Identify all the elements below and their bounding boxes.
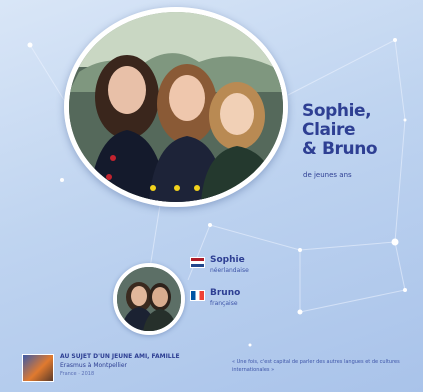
names-subtitle: de jeunes ans	[303, 171, 352, 179]
pair-photo	[113, 263, 185, 335]
person-name: Sophie	[210, 255, 245, 265]
group-photo-image	[69, 12, 283, 202]
footer-meta: France · 2018	[60, 371, 95, 377]
names-line-3: & Bruno	[302, 139, 378, 159]
person-nationality: néerlandaise	[210, 267, 249, 274]
footer-subtitle: Erasmus à Montpellier	[60, 362, 127, 369]
netherlands-flag-icon	[190, 257, 205, 268]
person-nationality: française	[210, 300, 238, 307]
pair-photo-image	[117, 267, 181, 331]
names-heading: Sophie, Claire & Bruno	[302, 101, 378, 159]
group-photo	[64, 7, 288, 207]
france-flag-icon	[190, 290, 205, 301]
footer-title: Au sujet d'un jeune ami, famille	[60, 353, 180, 360]
names-line-2: Claire	[302, 120, 356, 140]
footer-logo	[22, 354, 54, 382]
person-name: Bruno	[210, 288, 241, 298]
footer-quote: « Une fois, c'est capital de parler des …	[232, 359, 400, 373]
names-line-1: Sophie,	[302, 101, 372, 121]
poster: Sophie, Claire & Bruno de jeunes ans Sop…	[0, 0, 423, 392]
